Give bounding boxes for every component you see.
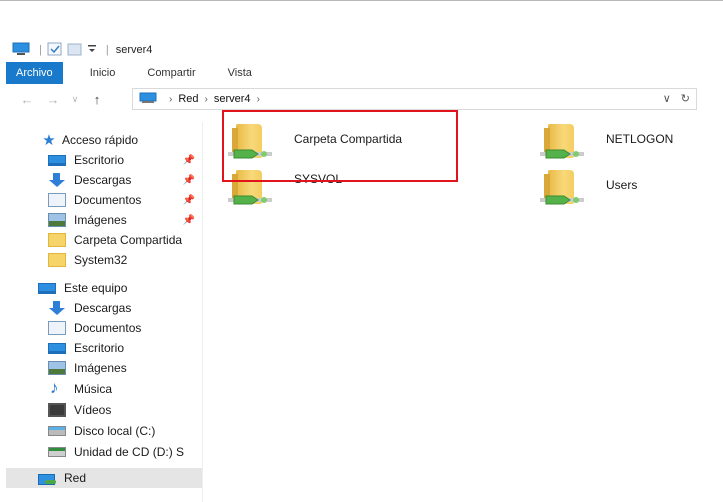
customize-toolbar-icon[interactable]: [87, 43, 97, 58]
sidebar-item-label: Escritorio: [74, 153, 125, 167]
sidebar-item-descargas[interactable]: Descargas 📌: [48, 170, 203, 190]
local-disk-icon: [48, 426, 66, 436]
navigation-bar: ← → ∨ ↑ › Red › server4 › ∨ ↻: [0, 88, 723, 110]
downloads-icon: [48, 301, 66, 315]
shared-folder-icon: [228, 166, 272, 206]
shared-folder-icon: [540, 166, 584, 206]
pictures-icon: [48, 361, 66, 375]
window-title: server4: [115, 44, 153, 56]
sidebar-item-label: Descargas: [74, 173, 132, 187]
sidebar-item-label: Carpeta Compartida: [74, 233, 183, 247]
refresh-icon[interactable]: ↻: [681, 92, 690, 105]
share-label: Users: [606, 178, 638, 192]
navigation-pane: ★ Acceso rápido Escritorio 📌 Descargas 📌…: [0, 122, 203, 502]
sidebar-item-label: Descargas: [74, 301, 132, 315]
tab-inicio[interactable]: Inicio: [79, 62, 127, 84]
sidebar-item-label: System32: [74, 253, 128, 267]
computer-icon[interactable]: [12, 42, 30, 59]
sidebar-item-label: Documentos: [74, 193, 142, 207]
sidebar-item-musica[interactable]: Música: [48, 379, 203, 399]
sidebar-item-label: Acceso rápido: [62, 133, 139, 147]
top-border: [0, 0, 723, 1]
sidebar-item-videos[interactable]: Vídeos: [48, 400, 203, 420]
sidebar-item-escritorio[interactable]: Escritorio 📌: [48, 150, 203, 170]
pin-icon: 📌: [182, 194, 195, 206]
share-item-carpeta-compartida[interactable]: Carpeta Compartida: [228, 120, 402, 166]
tab-vista[interactable]: Vista: [217, 62, 263, 84]
sidebar-item-unidad-cd[interactable]: Unidad de CD (D:) S: [48, 442, 203, 462]
sidebar-item-label: Escritorio: [74, 341, 125, 355]
sidebar-item-escritorio-pc[interactable]: Escritorio: [48, 338, 203, 358]
sidebar-item-imagenes-pc[interactable]: Imágenes: [48, 358, 203, 378]
breadcrumb-red[interactable]: Red: [178, 93, 198, 105]
documents-icon: [48, 193, 66, 207]
sidebar-item-este-equipo[interactable]: Este equipo: [38, 278, 203, 298]
sidebar-item-descargas-pc[interactable]: Descargas: [48, 298, 203, 318]
breadcrumb-separator-icon[interactable]: ›: [169, 94, 172, 105]
sidebar-item-label: Este equipo: [64, 281, 128, 295]
sidebar-item-label: Imágenes: [74, 213, 127, 227]
recent-locations-chevron-icon[interactable]: ∨: [66, 94, 84, 105]
share-label: Carpeta Compartida: [294, 132, 403, 146]
file-list: Carpeta Compartida NETLOGON SYSVOL Users: [204, 112, 723, 502]
title-bar: | | server4: [0, 38, 723, 62]
share-item-netlogon[interactable]: NETLOGON: [540, 120, 673, 166]
sidebar-item-disco-local[interactable]: Disco local (C:): [48, 421, 203, 441]
pictures-icon: [48, 213, 66, 227]
pin-icon: 📌: [182, 174, 195, 186]
sidebar-item-documentos[interactable]: Documentos 📌: [48, 190, 203, 210]
star-icon: ★: [42, 132, 56, 149]
shared-folder-icon: [228, 120, 272, 160]
breadcrumb-separator-icon[interactable]: ›: [205, 94, 208, 105]
sidebar-item-system32[interactable]: System32: [48, 250, 203, 270]
tab-archivo[interactable]: Archivo: [6, 62, 63, 84]
shared-folder-icon: [540, 120, 584, 160]
properties-icon[interactable]: [47, 42, 63, 59]
sidebar-item-label: Unidad de CD (D:) S: [74, 445, 185, 459]
ribbon-tabs: Archivo Inicio Compartir Vista: [0, 62, 723, 84]
sidebar-item-label: Vídeos: [74, 403, 112, 417]
new-folder-icon[interactable]: [67, 42, 83, 59]
folder-icon: [48, 253, 66, 267]
pin-icon: 📌: [182, 154, 195, 166]
address-dropdown-icon[interactable]: ∨: [663, 92, 671, 105]
tab-compartir[interactable]: Compartir: [136, 62, 206, 84]
sidebar-item-label: Disco local (C:): [74, 424, 156, 438]
forward-arrow-icon[interactable]: →: [44, 92, 62, 107]
network-location-icon: [139, 92, 157, 107]
cd-drive-icon: [48, 447, 66, 457]
desktop-icon: [48, 342, 66, 354]
sidebar-item-label: Red: [64, 471, 87, 485]
breadcrumb-separator-icon[interactable]: ›: [257, 94, 260, 105]
share-item-sysvol[interactable]: SYSVOL: [228, 166, 342, 212]
share-item-users[interactable]: Users: [540, 166, 637, 212]
sidebar-item-carpeta-compartida[interactable]: Carpeta Compartida: [48, 230, 203, 250]
pin-icon: 📌: [182, 214, 195, 226]
up-arrow-icon[interactable]: ↑: [88, 92, 106, 107]
share-label: NETLOGON: [606, 132, 674, 146]
folder-icon: [48, 233, 66, 247]
back-arrow-icon[interactable]: ←: [18, 92, 36, 107]
sidebar-item-acceso-rapido[interactable]: ★ Acceso rápido: [40, 130, 138, 150]
music-icon: [48, 379, 66, 398]
sidebar-item-label: Documentos: [74, 321, 142, 335]
downloads-icon: [48, 173, 66, 187]
this-pc-icon: [38, 282, 56, 294]
videos-icon: [48, 403, 66, 417]
title-separator: |: [39, 44, 42, 56]
network-icon: [38, 471, 56, 485]
sidebar-item-red[interactable]: Red: [6, 468, 202, 488]
sidebar-item-imagenes[interactable]: Imágenes 📌: [48, 210, 203, 230]
desktop-icon: [48, 154, 66, 166]
share-label: SYSVOL: [294, 172, 343, 186]
sidebar-item-label: Imágenes: [74, 361, 127, 375]
breadcrumb-server4[interactable]: server4: [214, 93, 251, 105]
sidebar-item-documentos-pc[interactable]: Documentos: [48, 318, 203, 338]
documents-icon: [48, 321, 66, 335]
sidebar-item-label: Música: [74, 382, 113, 396]
address-bar[interactable]: › Red › server4 › ∨ ↻: [132, 88, 697, 110]
title-separator-2: |: [105, 44, 109, 56]
